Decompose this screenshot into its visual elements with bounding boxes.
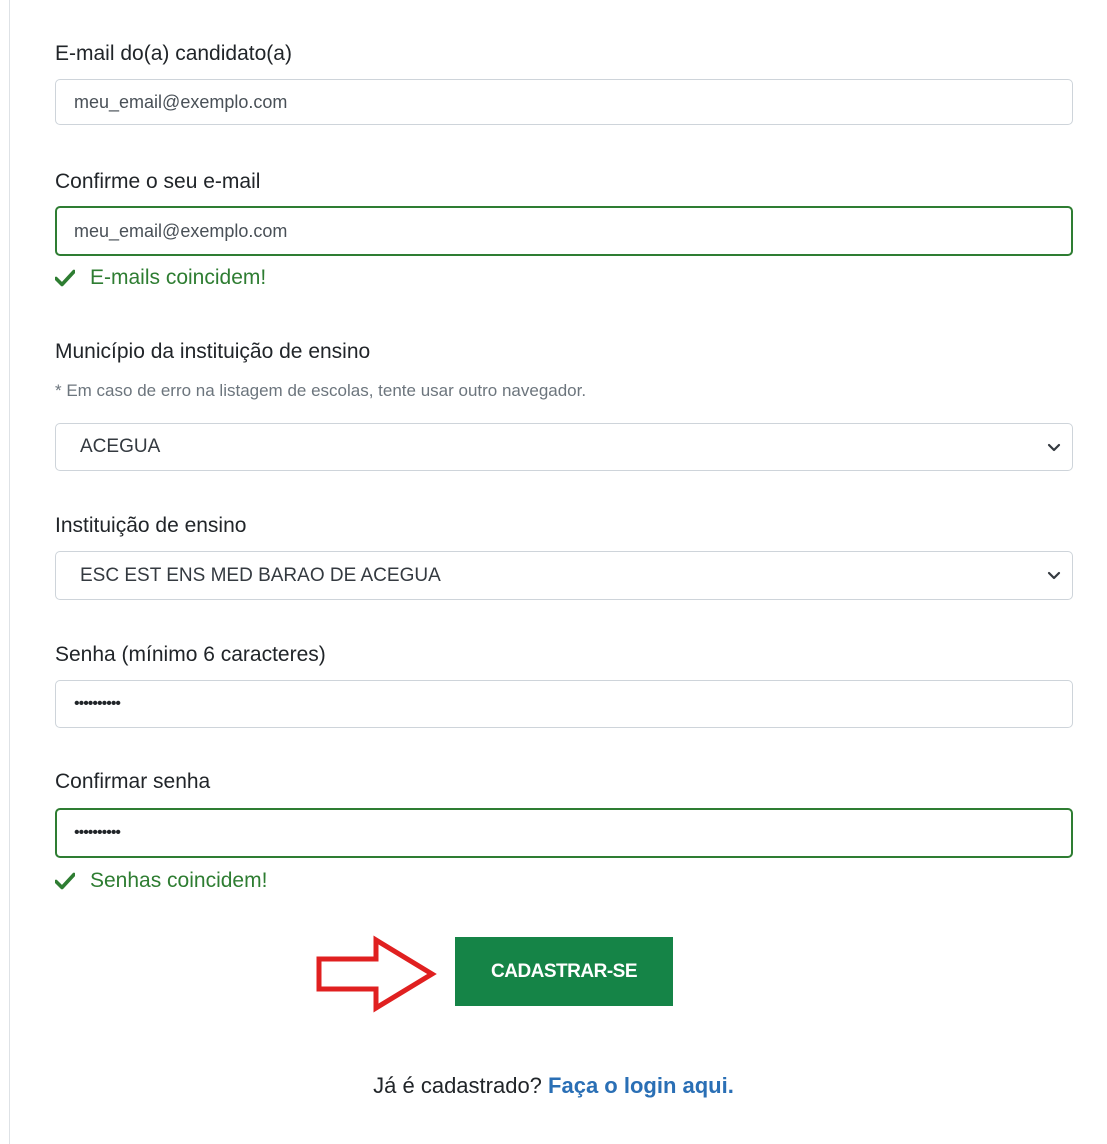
email-match-feedback: E-mails coincidem! bbox=[55, 266, 266, 290]
email-match-text: E-mails coincidem! bbox=[90, 266, 267, 289]
password-match-feedback: Senhas coincidem! bbox=[55, 869, 267, 893]
password-label: Senha (mínimo 6 caracteres) bbox=[55, 643, 326, 666]
registration-page: E-mail do(a) candidato(a) meu_email@exem… bbox=[0, 0, 1107, 1144]
municipality-selected: ACEGUA bbox=[80, 436, 161, 457]
chevron-down-icon bbox=[1047, 443, 1061, 452]
email-field[interactable]: meu_email@exemplo.com bbox=[55, 79, 1073, 125]
municipality-hint: * Em caso de erro na listagem de escolas… bbox=[55, 381, 587, 400]
email-confirm-field[interactable]: meu_email@exemplo.com bbox=[55, 206, 1073, 256]
login-prompt: Já é cadastrado? Faça o login aqui. bbox=[0, 1073, 1107, 1099]
institution-label: Instituição de ensino bbox=[55, 514, 247, 537]
password-field[interactable]: •••••••••• bbox=[55, 680, 1073, 728]
right-arrow-icon bbox=[316, 935, 437, 1013]
email-label: E-mail do(a) candidato(a) bbox=[55, 42, 292, 65]
password-masked-value: •••••••••• bbox=[74, 695, 121, 712]
login-link[interactable]: Faça o login aqui. bbox=[548, 1073, 734, 1098]
check-icon bbox=[55, 269, 75, 287]
password-confirm-masked-value: •••••••••• bbox=[74, 824, 121, 841]
institution-select[interactable]: ESC EST ENS MED BARAO DE ACEGUA bbox=[55, 551, 1073, 600]
municipality-label: Município da instituição de ensino bbox=[55, 340, 371, 363]
chevron-down-icon bbox=[1047, 571, 1061, 580]
email-confirm-value: meu_email@exemplo.com bbox=[74, 221, 288, 241]
institution-selected: ESC EST ENS MED BARAO DE ACEGUA bbox=[80, 565, 441, 586]
municipality-select[interactable]: ACEGUA bbox=[55, 423, 1073, 471]
password-confirm-field[interactable]: •••••••••• bbox=[55, 808, 1073, 858]
check-icon bbox=[55, 872, 75, 890]
email-confirm-label: Confirme o seu e-mail bbox=[55, 170, 261, 193]
password-confirm-label: Confirmar senha bbox=[55, 770, 211, 793]
password-match-text: Senhas coincidem! bbox=[90, 869, 268, 892]
login-question: Já é cadastrado? bbox=[373, 1073, 542, 1098]
email-value: meu_email@exemplo.com bbox=[74, 92, 288, 112]
left-border bbox=[9, 0, 10, 1144]
register-button[interactable]: CADASTRAR-SE bbox=[455, 937, 673, 1006]
